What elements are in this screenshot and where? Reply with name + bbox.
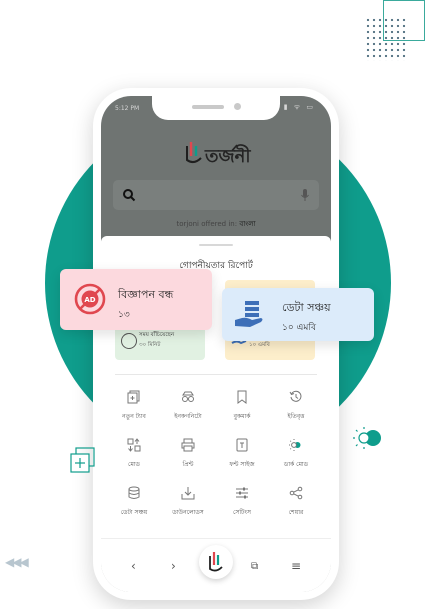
hero-illustration: 5:12 PM ▮ ᯤ ▭ তর্জনী torjoni offered in:…: [0, 0, 426, 609]
mode-icon: [127, 438, 141, 452]
square-outline-decoration: [383, 0, 425, 41]
history-icon: [289, 390, 302, 402]
time-saved-value: ৩০ মিনিট: [139, 342, 161, 348]
data-saver-hand-icon: [235, 301, 263, 327]
logo-text: তর্জনী: [205, 146, 251, 167]
menu-item-incognito[interactable]: ইনকগনিটো: [161, 390, 215, 422]
menu-label: নতুন ট্যাব: [122, 413, 146, 420]
speaker-icon: [192, 105, 224, 109]
menu-button[interactable]: ≡: [291, 559, 301, 573]
data-saved-value: ১০ এমবি: [282, 323, 316, 333]
camera-icon: [234, 103, 241, 110]
divider: [115, 374, 317, 375]
home-button[interactable]: [199, 545, 233, 579]
new-tab-icon: [127, 390, 140, 404]
phone-notch: [152, 96, 280, 120]
ads-blocked-card: AD বিজ্ঞাপন বন্ধ ১৩: [60, 269, 212, 330]
menu-item-print[interactable]: প্রিন্ট: [161, 438, 215, 470]
menu-label: ডার্ক মোড: [283, 461, 309, 468]
settings-icon: [236, 487, 248, 499]
microphone-icon[interactable]: [300, 188, 310, 202]
triple-arrow-decoration: ◀◀◀: [5, 555, 29, 569]
menu-item-dark-mode[interactable]: ডার্ক মোড: [269, 438, 323, 470]
menu-label: মোড: [128, 461, 140, 468]
torjoni-home-icon: [209, 552, 223, 572]
menu-item-downloads[interactable]: ডাউনলোডস: [161, 486, 215, 518]
check-icon: [121, 333, 137, 349]
data-saved-mini-value: ১০ এমবি: [249, 342, 270, 348]
search-input[interactable]: [113, 180, 319, 210]
menu-label: প্রিন্ট: [182, 461, 194, 468]
ads-blocked-title: বিজ্ঞাপন বন্ধ: [118, 288, 174, 301]
status-icons: ▮ ᯤ ▭: [283, 103, 315, 111]
app-logo: তর্জনী: [183, 140, 253, 167]
menu-item-mode[interactable]: মোড: [107, 438, 161, 470]
menu-item-settings[interactable]: সেটিংস: [215, 486, 269, 518]
back-button[interactable]: ‹: [131, 559, 136, 573]
menu-item-data-saver[interactable]: ডেটা সঞ্চয়: [107, 486, 161, 518]
offer-language-link[interactable]: বাংলা: [239, 220, 255, 228]
forward-button[interactable]: ›: [171, 559, 176, 573]
dark-mode-decoration-icon: [353, 427, 381, 449]
font-size-icon: [236, 438, 248, 452]
ads-blocked-value: ১৩: [118, 310, 130, 320]
ad-block-icon: AD: [74, 283, 106, 315]
sheet-handle[interactable]: [199, 244, 233, 246]
menu-label: ইনকগনিটো: [174, 413, 202, 420]
print-icon: [181, 438, 195, 452]
menu-item-font-size[interactable]: ফন্ট সাইজ: [215, 438, 269, 470]
menu-label: ডাউনলোডস: [172, 509, 204, 516]
bookmark-icon: [237, 390, 247, 404]
data-saved-title: ডেটা সঞ্চয়: [282, 301, 331, 314]
downloads-icon: [181, 487, 195, 500]
menu-item-history[interactable]: ইতিবৃত্ত: [269, 390, 323, 422]
menu-label: ফন্ট সাইজ: [229, 461, 255, 468]
svg-text:AD: AD: [84, 296, 95, 304]
data-saver-icon: [128, 486, 140, 499]
phone-screen: 5:12 PM ▮ ᯤ ▭ তর্জনী torjoni offered in:…: [101, 96, 331, 592]
menu-label: বুকমার্ক: [233, 413, 251, 420]
search-icon: [123, 189, 136, 202]
menu-label: সেটিংস: [233, 509, 251, 516]
torjoni-logo-icon: [186, 142, 202, 164]
language-offer: torjoni offered in: বাংলা: [101, 218, 331, 230]
status-time: 5:12 PM: [115, 105, 140, 112]
menu-item-bookmark[interactable]: বুকমার্ক: [215, 390, 269, 422]
incognito-icon: [182, 391, 194, 402]
dark-mode-icon: [289, 439, 301, 451]
menu-label: ইতিবৃত্ত: [287, 413, 305, 420]
bottom-nav: ‹ › ⧉ ≡: [101, 538, 331, 592]
menu-label: ডেটা সঞ্চয়: [120, 509, 148, 516]
new-tab-decoration-icon: [70, 447, 95, 473]
menu-label: শেয়ার: [288, 509, 304, 516]
share-icon: [289, 486, 303, 500]
data-saved-card: ডেটা সঞ্চয় ১০ এমবি: [222, 288, 374, 341]
tabs-button[interactable]: ⧉: [251, 561, 258, 572]
menu-item-new-tab[interactable]: নতুন ট্যাব: [107, 390, 161, 422]
time-saved-label: সময় বাঁচিয়েছেন: [139, 332, 175, 338]
menu-item-share[interactable]: শেয়ার: [269, 486, 323, 518]
offer-prefix: torjoni offered in:: [176, 220, 238, 228]
